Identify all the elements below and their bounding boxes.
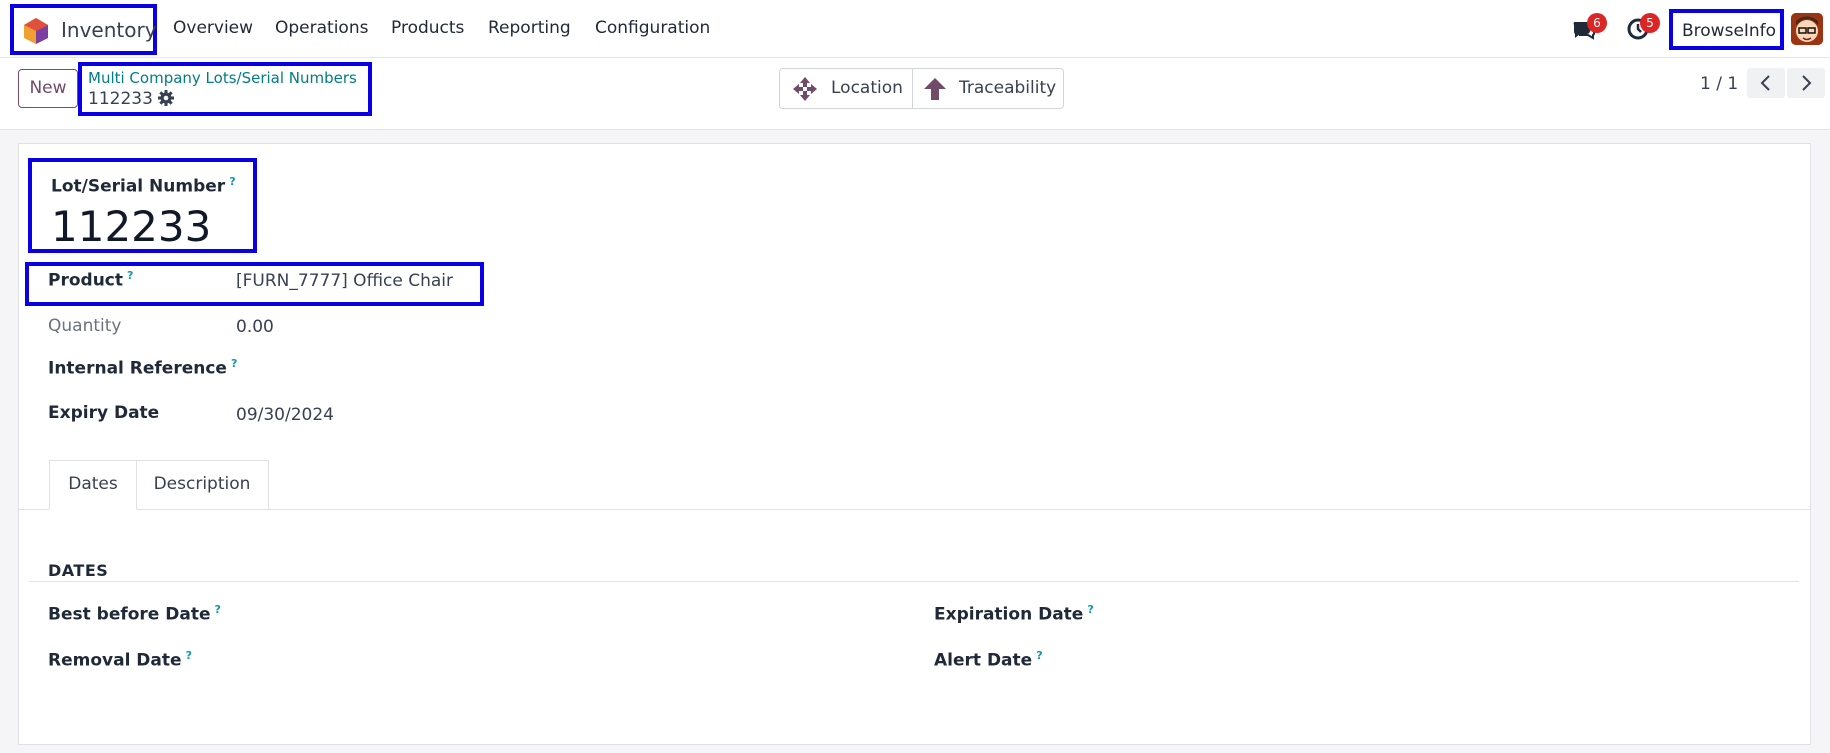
new-button[interactable]: New: [18, 69, 78, 108]
location-label: Location: [831, 78, 903, 98]
pager-next-button[interactable]: [1787, 68, 1825, 98]
breadcrumb: Multi Company Lots/Serial Numbers 112233: [78, 62, 372, 116]
expiration-date-label: Expiration Date?: [934, 603, 1094, 625]
dates-section-title: DATES: [48, 561, 109, 580]
expiry-date-value[interactable]: 09/30/2024: [236, 405, 334, 425]
pager-value[interactable]: 1 / 1: [1700, 74, 1738, 94]
form-sheet: Lot/Serial Number? 112233 Product? [FURN…: [18, 143, 1811, 745]
chevron-right-icon: [1802, 75, 1812, 91]
avatar-icon: [1791, 13, 1823, 45]
user-name: BrowseInfo: [1682, 21, 1777, 41]
title-group: Lot/Serial Number? 112233: [28, 158, 257, 253]
best-before-date-label: Best before Date?: [48, 603, 221, 625]
gear-icon[interactable]: [157, 89, 175, 107]
menu-configuration[interactable]: Configuration: [595, 18, 710, 38]
product-value[interactable]: [FURN_7777] Office Chair: [236, 271, 453, 291]
user-menu[interactable]: BrowseInfo: [1669, 9, 1784, 50]
section-divider: [29, 581, 1799, 582]
pager-previous-button[interactable]: [1747, 68, 1785, 98]
help-icon[interactable]: ?: [1036, 649, 1042, 662]
help-icon[interactable]: ?: [186, 649, 192, 662]
menu-overview[interactable]: Overview: [173, 18, 253, 38]
internal-reference-field[interactable]: [236, 358, 536, 380]
help-icon[interactable]: ?: [127, 269, 133, 282]
activities-badge: 5: [1640, 13, 1660, 33]
quantity-value: 0.00: [236, 317, 274, 337]
app-logo-icon: [24, 18, 48, 44]
product-label: Product?: [48, 269, 134, 291]
removal-date-label: Removal Date?: [48, 649, 192, 671]
tab-divider: [19, 509, 1810, 510]
move-arrows-icon: [793, 77, 817, 101]
breadcrumb-current: 112233: [88, 89, 153, 109]
control-panel: New Multi Company Lots/Serial Numbers 11…: [0, 58, 1830, 130]
quantity-label: Quantity: [48, 316, 122, 336]
app-switcher[interactable]: Inventory: [10, 4, 157, 55]
title-label: Lot/Serial Number?: [51, 175, 236, 197]
menu-products[interactable]: Products: [391, 18, 464, 38]
tab-dates[interactable]: Dates: [49, 460, 137, 510]
traceability-button[interactable]: Traceability: [913, 69, 1063, 108]
arrow-up-icon: [924, 78, 946, 100]
menu-reporting[interactable]: Reporting: [488, 18, 571, 38]
lot-number-value[interactable]: 112233: [51, 202, 211, 251]
avatar[interactable]: [1791, 13, 1823, 45]
expiry-date-label: Expiry Date: [48, 403, 160, 423]
traceability-label: Traceability: [959, 78, 1057, 98]
top-navbar: Inventory Overview Operations Products R…: [0, 0, 1830, 58]
breadcrumb-parent-link[interactable]: Multi Company Lots/Serial Numbers: [88, 69, 357, 87]
help-icon[interactable]: ?: [229, 175, 235, 188]
messages-badge: 6: [1587, 13, 1607, 33]
smart-buttons: Location Traceability: [779, 68, 1064, 109]
tab-description[interactable]: Description: [136, 460, 269, 510]
alert-date-label: Alert Date?: [934, 649, 1043, 671]
help-icon[interactable]: ?: [215, 603, 221, 616]
location-button[interactable]: Location: [780, 69, 912, 108]
chevron-left-icon: [1760, 75, 1770, 91]
menu-operations[interactable]: Operations: [275, 18, 368, 38]
internal-reference-label: Internal Reference?: [48, 357, 238, 379]
help-icon[interactable]: ?: [1087, 603, 1093, 616]
app-name: Inventory: [61, 18, 157, 42]
